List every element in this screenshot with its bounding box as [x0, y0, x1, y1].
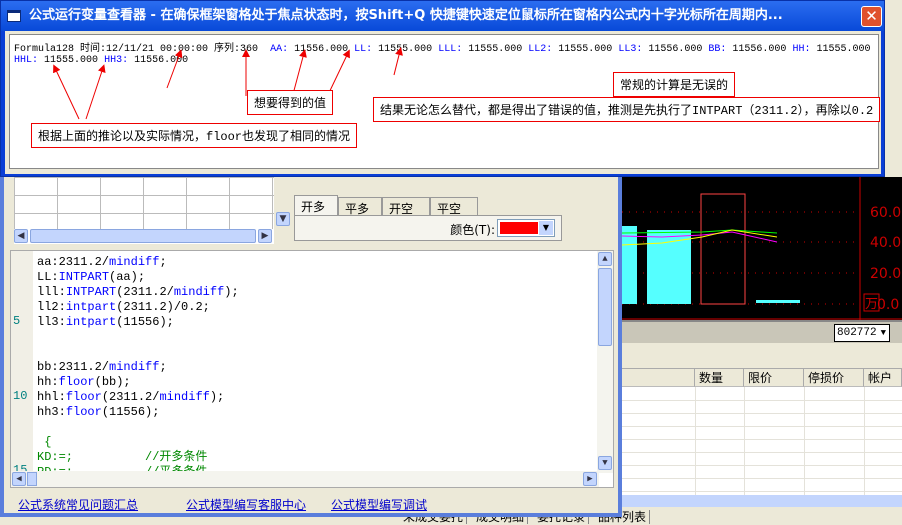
column-header-blank[interactable]: [622, 369, 695, 387]
scroll-thumb[interactable]: [27, 472, 37, 486]
scroll-thumb[interactable]: [30, 229, 256, 243]
tab-close-short[interactable]: 平空: [430, 197, 478, 216]
link-faq[interactable]: 公式系统常见问题汇总: [18, 496, 138, 513]
link-support-center[interactable]: 公式模型编写客服中心: [186, 496, 306, 513]
volume-bar: [622, 226, 637, 304]
note-expected-value: 想要得到的值: [247, 90, 334, 115]
chevron-down-icon: ▼: [539, 221, 553, 235]
code-line[interactable]: KD:=; //开多条件: [37, 450, 207, 465]
title-bar[interactable]: 公式运行变量查看器 - 在确保框架窗格处于焦点状态时，按Shift+Q 快捷键快…: [1, 1, 856, 31]
code-line[interactable]: LL:INTPART(aa);: [37, 270, 145, 285]
param-grid[interactable]: [14, 177, 274, 229]
scroll-left-icon[interactable]: ◀: [14, 229, 28, 243]
table-row[interactable]: [622, 401, 902, 414]
toolbar-area: [622, 343, 902, 368]
account-bar: 802772 ▼: [622, 320, 902, 343]
unit-label: 万: [865, 297, 878, 312]
link-debug[interactable]: 公式模型编写调试: [331, 496, 427, 513]
note-floor-same: 根据上面的推论以及实际情况，floor也发现了相同的情况: [31, 123, 358, 148]
scroll-down-icon[interactable]: ▼: [598, 456, 612, 470]
note-normal-correct: 常规的计算是无误的: [613, 72, 736, 97]
scroll-up-icon[interactable]: ▲: [598, 252, 612, 266]
code-line[interactable]: {: [37, 435, 51, 450]
code-line[interactable]: ll3:intpart(11556);: [37, 315, 174, 330]
account-combo[interactable]: 802772 ▼: [834, 324, 890, 342]
y-tick: 40.0: [870, 235, 901, 251]
table-row[interactable]: [622, 453, 902, 466]
code-line[interactable]: hh:floor(bb);: [37, 375, 131, 390]
code-text[interactable]: aa:2311.2/mindiff; LL:INTPART(aa); lll:INT…: [11, 251, 599, 473]
window-icon: [7, 10, 21, 22]
grid-horizontal-scrollbar[interactable]: ◀ ▶: [14, 229, 274, 244]
dropdown-arrow-icon: ▼: [880, 328, 886, 338]
code-line[interactable]: lll:INTPART(2311.2/mindiff);: [37, 285, 239, 300]
color-label: 颜色(T):: [450, 223, 495, 237]
y-tick: 20.0: [870, 266, 901, 282]
column-header-limit[interactable]: 限价: [744, 369, 804, 387]
tab-open-long[interactable]: 开多: [294, 195, 338, 216]
variable-values[interactable]: Formula128 时间:12/11/21 00:00:00 序列:360 A…: [9, 34, 881, 169]
tab-close-long[interactable]: 平多: [338, 197, 382, 216]
scroll-left-icon[interactable]: ◀: [12, 472, 26, 486]
y-tick: 0.0: [877, 297, 899, 313]
variable-pane: Formula128 时间:12/11/21 00:00:00 序列:360 A…: [5, 31, 881, 174]
table-row[interactable]: [622, 427, 902, 440]
code-line[interactable]: ll2:intpart(2311.2)/0.2;: [37, 300, 210, 315]
volume-bar: [647, 230, 691, 304]
orders-table[interactable]: 数量 限价 停损价 帐户: [622, 368, 902, 495]
formula-editor-dialog: ▼ ◀ ▶ 开多 平多 开空 平空 颜色(T): ▼ 5 10 15 aa:23…: [0, 177, 622, 517]
window-title: 公式运行变量查看器 - 在确保框架窗格处于焦点状态时，按Shift+Q 快捷键快…: [29, 8, 783, 23]
scroll-thumb[interactable]: [598, 268, 612, 346]
tab-panel: 颜色(T): ▼: [294, 215, 562, 241]
editor-vertical-scrollbar[interactable]: ▲ ▼: [597, 251, 613, 473]
table-row[interactable]: [622, 388, 902, 401]
volume-bar: [756, 300, 800, 303]
table-row[interactable]: [622, 414, 902, 427]
close-button[interactable]: ✕: [861, 6, 882, 27]
table-row[interactable]: [622, 440, 902, 453]
scroll-down-icon[interactable]: ▼: [276, 212, 290, 226]
code-line[interactable]: hh3:floor(11556);: [37, 405, 159, 420]
variable-viewer-window: 公式运行变量查看器 - 在确保框架窗格处于焦点状态时，按Shift+Q 快捷键快…: [0, 0, 885, 177]
code-line[interactable]: bb:2311.2/mindiff;: [37, 360, 167, 375]
y-tick: 60.0: [870, 205, 901, 221]
tab-open-short[interactable]: 开空: [382, 197, 430, 216]
table-horizontal-scrollbar[interactable]: [622, 495, 902, 507]
code-line[interactable]: aa:2311.2/mindiff;: [37, 255, 167, 270]
account-value: 802772: [837, 327, 877, 339]
color-select[interactable]: ▼: [497, 219, 555, 237]
code-line[interactable]: hhl:floor(2311.2/mindiff);: [37, 390, 224, 405]
ma-line-green: [621, 229, 778, 234]
scroll-right-icon[interactable]: ▶: [258, 229, 272, 243]
chart-panel[interactable]: 60.0 40.0 20.0 0.0 万: [621, 177, 902, 320]
scroll-right-icon[interactable]: ▶: [583, 472, 597, 486]
table-row[interactable]: [622, 479, 902, 492]
code-editor[interactable]: 5 10 15 aa:2311.2/mindiff; LL:INTPART(aa)…: [10, 250, 614, 488]
color-swatch: [500, 222, 538, 234]
table-row[interactable]: [622, 466, 902, 479]
column-header-account[interactable]: 帐户: [864, 369, 902, 387]
column-header-stop[interactable]: 停损价: [804, 369, 864, 387]
editor-horizontal-scrollbar[interactable]: ◀ ▶: [11, 471, 599, 487]
note-wrong-result: 结果无论怎么替代，都是得出了错误的值，推测是先执行了INTPART（2311.2…: [373, 97, 881, 122]
volume-bar-outline: [700, 193, 746, 305]
column-header-qty[interactable]: 数量: [695, 369, 744, 387]
help-links: 公式系统常见问题汇总 公式模型编写客服中心 公式模型编写调试: [18, 496, 618, 514]
chart-svg: 60.0 40.0 20.0 0.0 万: [621, 177, 902, 320]
